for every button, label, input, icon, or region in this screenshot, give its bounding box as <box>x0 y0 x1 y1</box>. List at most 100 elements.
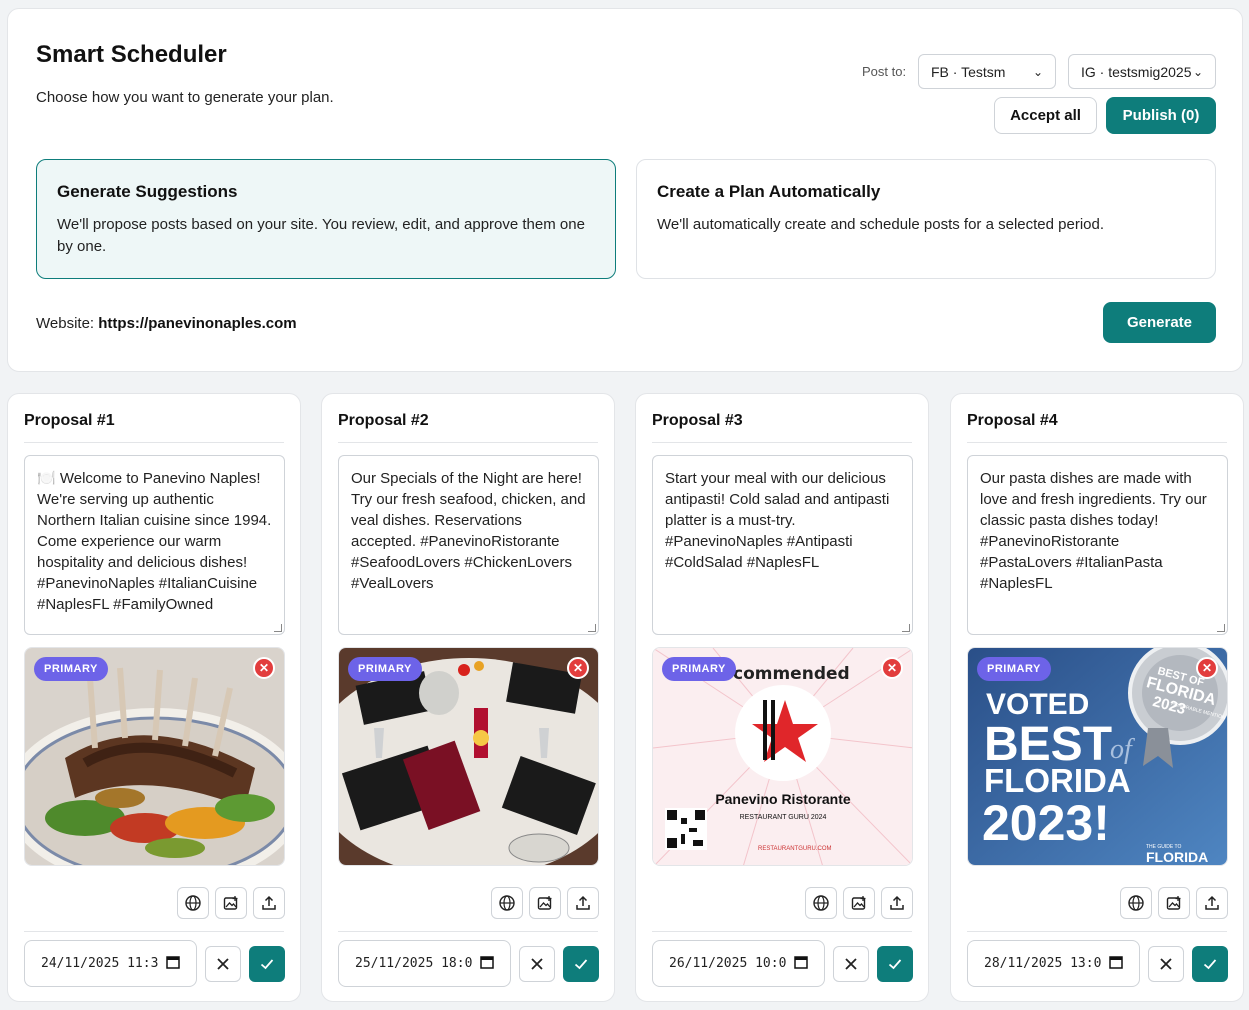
smart-scheduler-panel: Smart Scheduler Choose how you want to g… <box>7 8 1243 372</box>
close-icon <box>845 958 857 970</box>
remove-image-button[interactable]: ✕ <box>253 657 275 679</box>
proposal-title: Proposal #2 <box>338 412 429 429</box>
proposal-card: Proposal #4 Our pasta dishes are made wi… <box>950 393 1244 1002</box>
remove-image-button[interactable]: ✕ <box>567 657 589 679</box>
close-icon <box>1160 958 1172 970</box>
image-edit-icon[interactable] <box>1158 887 1190 919</box>
approve-button[interactable] <box>249 946 285 982</box>
proposal-text: Our pasta dishes are made with love and … <box>980 470 1207 592</box>
globe-icon[interactable] <box>1120 887 1152 919</box>
approve-button[interactable] <box>877 946 913 982</box>
approve-button[interactable] <box>1192 946 1228 982</box>
schedule-datetime-value: 28/11/2025 13:0 <box>984 956 1102 971</box>
primary-badge: PRIMARY <box>662 657 736 681</box>
website-url: https://panevinonaples.com <box>98 315 297 332</box>
check-icon <box>888 959 902 970</box>
resize-handle[interactable] <box>588 624 596 632</box>
generate-button[interactable]: Generate <box>1103 302 1216 343</box>
resize-handle[interactable] <box>274 624 282 632</box>
schedule-datetime-input[interactable]: 26/11/2025 10:0 <box>652 940 825 987</box>
website-line: Website: https://panevinonaples.com <box>36 315 297 332</box>
proposal-card: Proposal #2 Our Specials of the Night ar… <box>321 393 615 1002</box>
divider <box>24 442 284 443</box>
upload-icon[interactable] <box>1196 887 1228 919</box>
option-title: Create a Plan Automatically <box>657 182 881 201</box>
schedule-datetime-value: 24/11/2025 11:3 <box>41 956 159 971</box>
reject-button[interactable] <box>519 946 555 982</box>
schedule-datetime-input[interactable]: 25/11/2025 18:0 <box>338 940 511 987</box>
certificate-name: Panevino Ristorante <box>715 791 851 807</box>
proposal-card: Proposal #3 Start your meal with our del… <box>635 393 929 1002</box>
reject-button[interactable] <box>1148 946 1184 982</box>
create-plan-automatically-option[interactable]: Create a Plan Automatically We'll automa… <box>636 159 1216 279</box>
schedule-datetime-input[interactable]: 24/11/2025 11:3 <box>24 940 197 987</box>
image-edit-icon[interactable] <box>529 887 561 919</box>
primary-badge: PRIMARY <box>348 657 422 681</box>
remove-image-button[interactable]: ✕ <box>881 657 903 679</box>
page-title: Smart Scheduler <box>36 41 227 68</box>
accept-all-button[interactable]: Accept all <box>994 97 1097 134</box>
certificate-heading: commended <box>733 664 850 684</box>
calendar-icon[interactable] <box>794 955 808 973</box>
chevron-down-icon: ⌄ <box>1192 64 1203 79</box>
divider <box>338 442 598 443</box>
image-edit-icon[interactable] <box>843 887 875 919</box>
proposal-text-editor[interactable]: 🍽️ Welcome to Panevino Naples! We're ser… <box>24 455 285 635</box>
proposal-text-editor[interactable]: Our pasta dishes are made with love and … <box>967 455 1228 635</box>
publish-button[interactable]: Publish (0) <box>1106 97 1216 134</box>
post-to-label: Post to: <box>862 64 907 79</box>
calendar-icon[interactable] <box>1109 955 1123 973</box>
upload-icon[interactable] <box>253 887 285 919</box>
proposal-image: BEST OF FLORIDA 2023 HONORABLE MENTION V… <box>967 647 1228 866</box>
divider <box>967 931 1227 932</box>
globe-icon[interactable] <box>491 887 523 919</box>
proposal-text: Our Specials of the Night are here! Try … <box>351 470 586 592</box>
reject-button[interactable] <box>833 946 869 982</box>
approve-button[interactable] <box>563 946 599 982</box>
proposal-image: PRIMARY ✕ <box>24 647 285 866</box>
option-description: We'll automatically create and schedule … <box>657 216 1104 233</box>
proposal-text: Start your meal with our delicious antip… <box>665 470 890 571</box>
resize-handle[interactable] <box>902 624 910 632</box>
facebook-account-value: FB · Testsm <box>931 63 1006 80</box>
check-icon <box>1203 959 1217 970</box>
remove-image-button[interactable]: ✕ <box>1196 657 1218 679</box>
footer-big-text: FLORIDA <box>1146 849 1208 865</box>
proposal-title: Proposal #1 <box>24 412 115 429</box>
certificate-footer: RESTAURANTGURU.COM <box>758 846 832 852</box>
check-icon <box>260 959 274 970</box>
proposal-text-editor[interactable]: Our Specials of the Night are here! Try … <box>338 455 599 635</box>
upload-icon[interactable] <box>881 887 913 919</box>
instagram-account-value: IG · testsmig2025 <box>1081 63 1192 80</box>
reject-button[interactable] <box>205 946 241 982</box>
schedule-datetime-input[interactable]: 28/11/2025 13:0 <box>967 940 1140 987</box>
proposal-title: Proposal #4 <box>967 412 1058 429</box>
calendar-icon[interactable] <box>480 955 494 973</box>
image-edit-icon[interactable] <box>215 887 247 919</box>
upload-icon[interactable] <box>567 887 599 919</box>
proposal-title: Proposal #3 <box>652 412 743 429</box>
option-title: Generate Suggestions <box>57 182 238 201</box>
divider <box>652 442 912 443</box>
globe-icon[interactable] <box>177 887 209 919</box>
close-icon <box>217 958 229 970</box>
schedule-datetime-value: 26/11/2025 10:0 <box>669 956 787 971</box>
calendar-icon[interactable] <box>166 955 180 973</box>
divider <box>967 442 1227 443</box>
proposal-image: commended Panevino Ristorante RESTAURANT… <box>652 647 913 866</box>
facebook-account-select[interactable]: FB · Testsm ⌄ <box>918 54 1056 89</box>
of-text: of <box>1110 734 1135 765</box>
instagram-account-select[interactable]: IG · testsmig2025 ⌄ <box>1068 54 1216 89</box>
year-text: 2023! <box>982 795 1110 851</box>
primary-badge: PRIMARY <box>977 657 1051 681</box>
resize-handle[interactable] <box>1217 624 1225 632</box>
proposal-text-editor[interactable]: Start your meal with our delicious antip… <box>652 455 913 635</box>
divider <box>338 931 598 932</box>
option-description: We'll propose posts based on your site. … <box>57 216 585 255</box>
certificate-sub: RESTAURANT GURU 2024 <box>740 814 827 821</box>
voted-text: VOTED <box>986 688 1089 721</box>
close-icon <box>531 958 543 970</box>
florida-text: FLORIDA <box>984 762 1131 799</box>
globe-icon[interactable] <box>805 887 837 919</box>
generate-suggestions-option[interactable]: Generate Suggestions We'll propose posts… <box>36 159 616 279</box>
